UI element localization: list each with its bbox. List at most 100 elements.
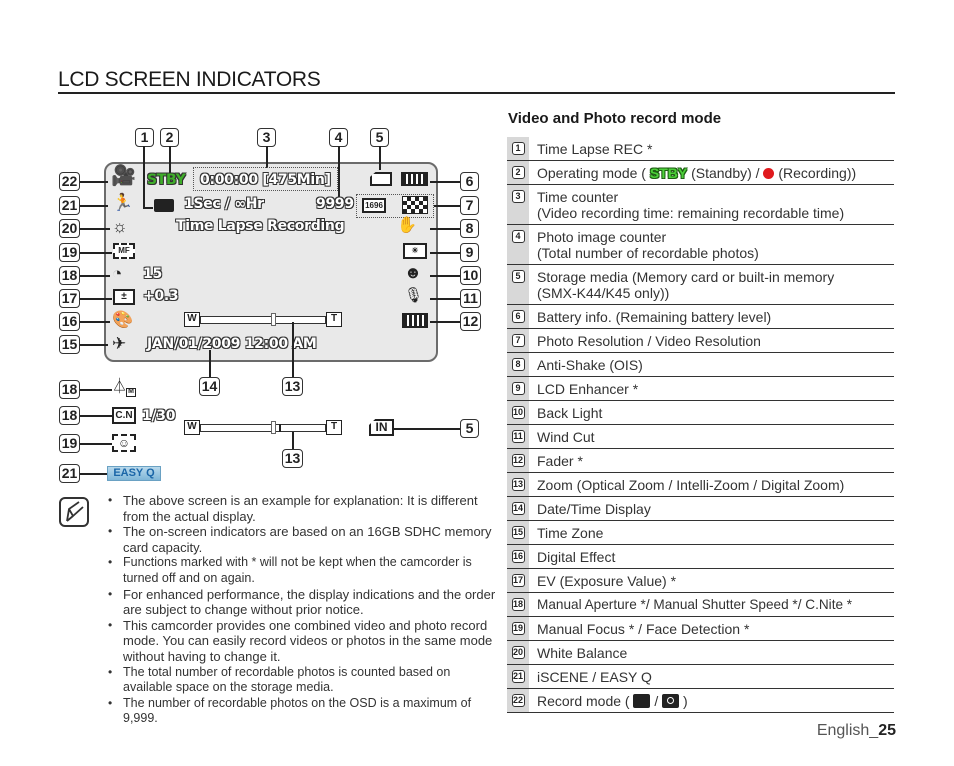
leader-13 — [292, 322, 294, 378]
row-number: 10 — [511, 406, 525, 419]
leader-21 — [80, 205, 108, 207]
table-row: 1 Time Lapse REC * — [507, 137, 894, 161]
callout-15: 15 — [59, 335, 80, 354]
zoom-bar-lcd: W T — [184, 312, 342, 327]
palette-icon: 🎨 — [112, 310, 134, 329]
callout-5b: 5 — [460, 419, 479, 438]
callout-21: 21 — [59, 196, 80, 215]
row-number: 13 — [511, 478, 525, 491]
leader-9 — [430, 252, 460, 254]
stby-indicator: STBY — [649, 165, 688, 181]
cnite-value: 1/30 — [142, 408, 176, 424]
callout-18b: 18 — [59, 380, 80, 399]
footer-language: English_ — [816, 722, 879, 739]
callout-20: 20 — [59, 219, 80, 238]
callout-13: 13 — [282, 377, 303, 396]
time-lapse-value: 1Sec / ∞Hr — [184, 196, 264, 212]
row-number: 16 — [511, 550, 525, 563]
photo-camera-icon — [662, 694, 680, 708]
callout-13b: 13 — [282, 449, 303, 468]
row-number: 1 — [511, 142, 525, 155]
row-number: 7 — [511, 334, 525, 347]
note-item: This camcorder provides one combined vid… — [108, 618, 498, 665]
lcd-screen — [104, 162, 438, 362]
fader-icon — [402, 313, 428, 328]
row-number: 6 — [511, 310, 525, 323]
row-text: Fader * — [537, 453, 583, 469]
note-item: The above screen is an example for expla… — [108, 493, 498, 524]
zoom-wide-label: W — [184, 312, 200, 327]
leader-22 — [80, 181, 108, 183]
indicator-table: 1 Time Lapse REC * 2 Operating mode ( STBY… — [507, 137, 894, 713]
video-resolution-icon — [402, 196, 428, 214]
leader-15 — [80, 344, 108, 346]
callout-21b: 21 — [59, 464, 80, 483]
row-text: Manual Focus * / Face Detection * — [537, 621, 750, 637]
leader-20 — [80, 228, 110, 230]
callout-22: 22 — [59, 172, 80, 191]
row-text: Manual Aperture */ Manual Shutter Speed … — [537, 597, 853, 612]
video-camera-icon — [633, 694, 651, 708]
table-row: 18 Manual Aperture */ Manual Shutter Spee… — [507, 593, 894, 617]
row-number: 9 — [511, 382, 525, 395]
row-number: 4 — [511, 230, 525, 243]
table-row: 11 Wind Cut — [507, 425, 894, 449]
internal-memory-icon: IN — [369, 419, 394, 436]
page-title: LCD SCREEN INDICATORS — [58, 68, 321, 91]
row-text: Back Light — [537, 405, 603, 421]
table-row: 16 Digital Effect — [507, 545, 894, 569]
row-text: (Standby) / — [691, 165, 760, 181]
photo-count: 9999 — [316, 196, 354, 212]
backlight-icon: ☻ — [404, 263, 422, 282]
zoom-tele-label: T — [326, 312, 342, 327]
callout-10: 10 — [460, 266, 481, 285]
zoom-knob — [271, 421, 276, 434]
zoom-bar-digital: W T — [184, 420, 342, 435]
table-row: 21 iSCENE / EASY Q — [507, 665, 894, 689]
row-text: Digital Effect — [537, 549, 616, 565]
section-title: Video and Photo record mode — [508, 110, 722, 127]
leader-14 — [209, 350, 211, 378]
callout-9: 9 — [460, 243, 479, 262]
note-item: The total number of recordable photos is… — [108, 665, 498, 696]
running-person-icon: 🏃 — [112, 193, 134, 212]
row-text: ) — [683, 693, 688, 709]
photo-resolution-icon: 1696 — [362, 198, 386, 213]
notes-list: The above screen is an example for expla… — [108, 493, 498, 727]
zoom-divider — [279, 424, 281, 432]
row-text: Zoom (Optical Zoom / Intelli-Zoom / Digi… — [537, 477, 845, 493]
row-text: Photo image counter — [537, 229, 667, 245]
row-text: Anti-Shake (OIS) — [537, 357, 643, 373]
leader-10 — [430, 275, 460, 277]
leader-18c — [80, 415, 112, 417]
table-row: 9 LCD Enhancer * — [507, 377, 894, 401]
row-subtext: (Video recording time: remaining recorda… — [537, 205, 845, 221]
callout-18: 18 — [59, 266, 80, 285]
row-subtext: (SMX-K44/K45 only)) — [537, 285, 670, 301]
face-detection-icon: ☺ — [112, 434, 136, 452]
zoom-wide-label: W — [184, 420, 200, 435]
table-row: 5 Storage media (Memory card or built-in … — [507, 265, 894, 305]
leader-18 — [80, 275, 110, 277]
row-number: 3 — [511, 190, 525, 203]
row-text: Time Zone — [537, 525, 604, 541]
row-text: Time counter — [537, 189, 619, 205]
leader-4 — [338, 146, 340, 198]
leader-13b — [292, 432, 294, 450]
row-number: 14 — [511, 502, 525, 515]
table-row: 12 Fader * — [507, 449, 894, 473]
callout-3: 3 — [257, 128, 276, 147]
time-counter: 0:00:00 [475Min] — [200, 172, 331, 188]
leader-1 — [143, 146, 145, 208]
leader-6 — [430, 181, 460, 183]
aperture-m-badge: M — [126, 388, 136, 397]
leader-16 — [80, 321, 110, 323]
table-row: 19 Manual Focus * / Face Detection * — [507, 617, 894, 641]
row-text: Date/Time Display — [537, 501, 651, 517]
leader-19 — [80, 252, 112, 254]
leader-17 — [80, 298, 112, 300]
row-text: LCD Enhancer * — [537, 381, 639, 397]
status-stby: STBY — [147, 172, 186, 188]
row-number: 8 — [511, 358, 525, 371]
callout-16: 16 — [59, 312, 80, 331]
